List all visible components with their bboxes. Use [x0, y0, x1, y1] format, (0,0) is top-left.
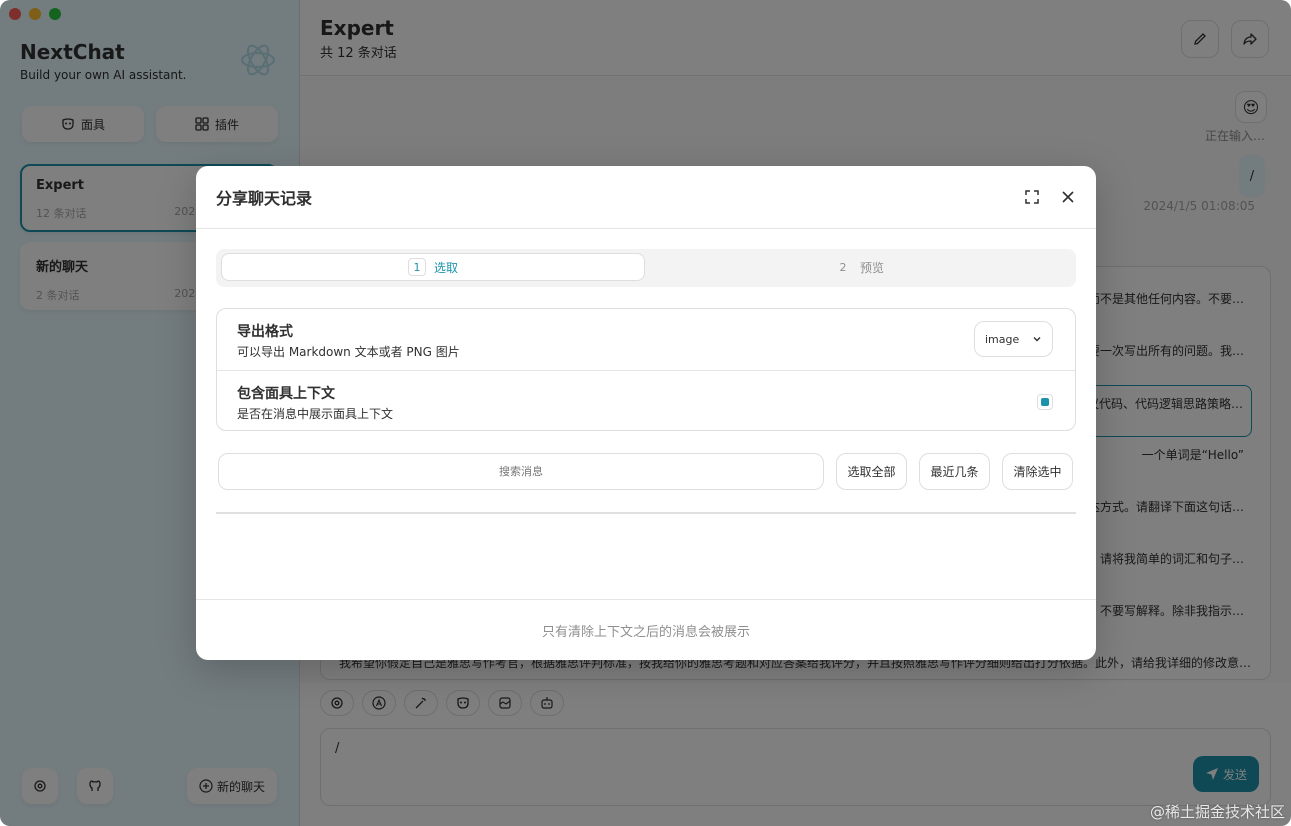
checkbox-checked-mark: [1041, 398, 1049, 406]
export-format-title: 导出格式: [237, 324, 293, 340]
export-settings: 导出格式 可以导出 Markdown 文本或者 PNG 图片 image 包含面…: [216, 308, 1076, 431]
modal-header: 分享聊天记录: [196, 166, 1096, 229]
fullscreen-icon: [1025, 190, 1039, 204]
divider: [216, 512, 1076, 514]
include-mask-row: 包含面具上下文 是否在消息中展示面具上下文: [217, 370, 1075, 431]
close-icon: [1062, 191, 1074, 203]
app-window: NextChat Build your own AI assistant. 面具…: [0, 0, 1291, 826]
step-preview[interactable]: 2 预览: [647, 253, 1071, 281]
chevron-down-icon: [1033, 337, 1041, 342]
clear-selection-button[interactable]: 清除选中: [1002, 453, 1073, 490]
search-messages-input[interactable]: [218, 453, 824, 490]
export-format-select[interactable]: image: [974, 321, 1053, 357]
step-label: 预览: [859, 260, 884, 275]
watermark: @稀土掘金技术社区: [1149, 803, 1285, 821]
include-mask-subtitle: 是否在消息中展示面具上下文: [237, 407, 394, 421]
export-format-subtitle: 可以导出 Markdown 文本或者 PNG 图片: [237, 345, 460, 359]
select-all-button[interactable]: 选取全部: [836, 453, 907, 490]
step-number: 2: [839, 260, 847, 274]
export-format-row: 导出格式 可以导出 Markdown 文本或者 PNG 图片 image: [217, 309, 1075, 370]
step-number: 1: [407, 258, 426, 276]
select-recent-button[interactable]: 最近几条: [919, 453, 990, 490]
export-format-value: image: [985, 332, 1020, 346]
step-select[interactable]: 1 选取: [221, 253, 645, 281]
include-mask-checkbox[interactable]: [1037, 394, 1053, 410]
include-mask-title: 包含面具上下文: [237, 386, 335, 402]
close-modal-button[interactable]: [1060, 189, 1076, 205]
message-select-toolbar: 选取全部 最近几条 清除选中: [218, 453, 1074, 490]
modal-title: 分享聊天记录: [216, 189, 313, 208]
fullscreen-button[interactable]: [1024, 189, 1040, 205]
step-tabs: 1 选取 2 预览: [216, 249, 1076, 287]
step-label: 选取: [433, 260, 458, 275]
share-chat-modal: 分享聊天记录 1 选取 2 预览 导出格式 可以导出 Markdown 文本或者…: [196, 166, 1096, 660]
modal-footer-note: 只有清除上下文之后的消息会被展示: [196, 599, 1096, 660]
